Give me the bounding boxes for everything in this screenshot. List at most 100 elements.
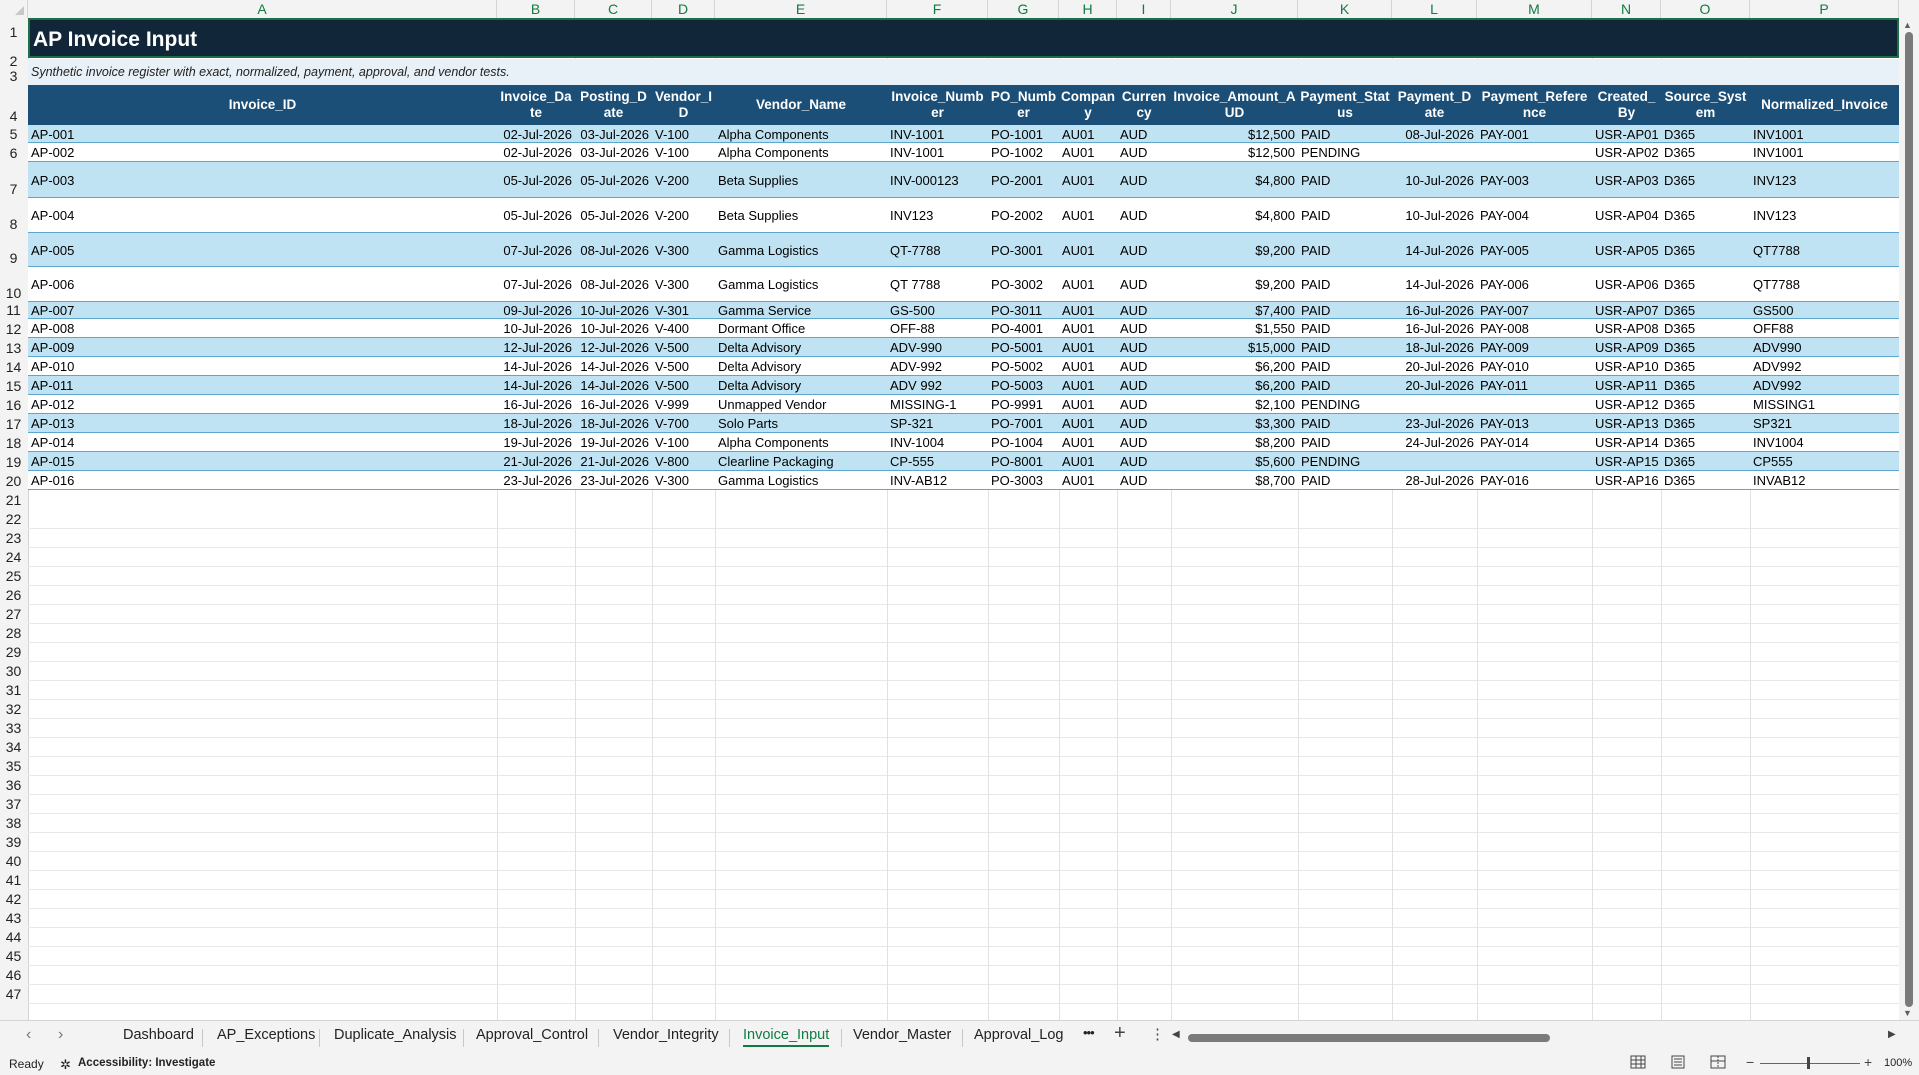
table-cell[interactable]: V-100 (652, 125, 715, 143)
row-header[interactable]: 9 (0, 233, 27, 267)
table-cell[interactable]: INV123 (1750, 198, 1899, 233)
table-cell[interactable]: USR-AP09 (1592, 338, 1661, 357)
table-cell[interactable]: V-300 (652, 471, 715, 490)
table-cell[interactable]: 21-Jul-2026 (575, 452, 652, 471)
table-cell[interactable]: PAY-004 (1477, 198, 1592, 233)
table-header-cell[interactable]: Invoice_Amount_AUD (1171, 85, 1298, 125)
table-cell[interactable]: ADV 992 (887, 376, 988, 395)
row-header[interactable]: 33 (0, 718, 27, 737)
table-cell[interactable]: 05-Jul-2026 (497, 162, 575, 198)
column-header[interactable]: H (1059, 0, 1117, 18)
table-cell[interactable]: $3,300 (1171, 414, 1298, 433)
sheet-tab[interactable]: Vendor_Integrity (613, 1027, 719, 1043)
table-cell[interactable]: AU01 (1059, 233, 1117, 267)
table-cell[interactable]: AUD (1117, 395, 1171, 414)
table-cell[interactable]: AUD (1117, 143, 1171, 162)
column-header[interactable]: I (1117, 0, 1171, 18)
table-cell[interactable]: PAID (1298, 198, 1392, 233)
table-cell[interactable]: V-500 (652, 376, 715, 395)
table-cell[interactable]: 16-Jul-2026 (1392, 302, 1477, 319)
table-cell[interactable]: INV1001 (1750, 143, 1899, 162)
table-cell[interactable]: AUD (1117, 414, 1171, 433)
row-header[interactable]: 15 (0, 376, 27, 395)
row-header[interactable]: 25 (0, 566, 27, 585)
table-cell[interactable]: 14-Jul-2026 (1392, 233, 1477, 267)
table-cell[interactable]: V-200 (652, 162, 715, 198)
column-header[interactable]: F (887, 0, 988, 18)
table-cell[interactable]: V-301 (652, 302, 715, 319)
table-cell[interactable]: AUD (1117, 319, 1171, 338)
table-cell[interactable]: 24-Jul-2026 (1392, 433, 1477, 452)
table-cell[interactable]: PAY-005 (1477, 233, 1592, 267)
row-header[interactable]: 27 (0, 604, 27, 623)
table-cell[interactable]: V-100 (652, 433, 715, 452)
table-cell[interactable]: V-200 (652, 198, 715, 233)
row-header[interactable]: 43 (0, 908, 27, 927)
table-cell[interactable]: AU01 (1059, 125, 1117, 143)
table-cell[interactable]: D365 (1661, 319, 1750, 338)
table-cell[interactable]: INV-1001 (887, 143, 988, 162)
column-header[interactable]: K (1298, 0, 1392, 18)
column-header[interactable]: B (497, 0, 575, 18)
table-cell[interactable]: 02-Jul-2026 (497, 143, 575, 162)
table-header-cell[interactable]: Vendor_ID (652, 85, 715, 125)
row-header[interactable]: 24 (0, 547, 27, 566)
page-break-icon[interactable] (1710, 1055, 1726, 1072)
table-cell[interactable]: AUD (1117, 357, 1171, 376)
table-cell[interactable]: Beta Supplies (715, 162, 887, 198)
table-cell[interactable]: AP-007 (28, 302, 497, 319)
row-header[interactable]: 3 (0, 68, 27, 85)
table-header-cell[interactable]: Payment_Status (1298, 85, 1392, 125)
table-header-cell[interactable]: Normalized_Invoice (1750, 85, 1899, 125)
table-cell[interactable]: 03-Jul-2026 (575, 143, 652, 162)
table-cell[interactable]: AP-010 (28, 357, 497, 376)
table-cell[interactable]: PENDING (1298, 395, 1392, 414)
table-cell[interactable]: PAID (1298, 414, 1392, 433)
table-cell[interactable]: 10-Jul-2026 (497, 319, 575, 338)
table-cell[interactable]: OFF-88 (887, 319, 988, 338)
row-header[interactable]: 38 (0, 813, 27, 832)
row-header[interactable]: 26 (0, 585, 27, 604)
table-cell[interactable]: AU01 (1059, 414, 1117, 433)
table-cell[interactable]: AP-009 (28, 338, 497, 357)
table-cell[interactable]: ADV990 (1750, 338, 1899, 357)
table-cell[interactable]: PAID (1298, 302, 1392, 319)
table-cell[interactable]: $12,500 (1171, 125, 1298, 143)
row-header[interactable]: 5 (0, 125, 27, 143)
table-cell[interactable]: $9,200 (1171, 233, 1298, 267)
table-cell[interactable]: V-400 (652, 319, 715, 338)
table-cell[interactable]: 12-Jul-2026 (497, 338, 575, 357)
table-cell[interactable]: AU01 (1059, 319, 1117, 338)
table-cell[interactable]: USR-AP04 (1592, 198, 1661, 233)
table-cell[interactable]: 18-Jul-2026 (575, 414, 652, 433)
table-cell[interactable]: V-100 (652, 143, 715, 162)
table-cell[interactable]: AUD (1117, 267, 1171, 302)
table-cell[interactable]: PAID (1298, 233, 1392, 267)
table-cell[interactable]: 16-Jul-2026 (497, 395, 575, 414)
table-cell[interactable]: D365 (1661, 433, 1750, 452)
table-cell[interactable]: AU01 (1059, 452, 1117, 471)
zoom-slider-thumb[interactable] (1807, 1057, 1810, 1069)
table-cell[interactable]: D365 (1661, 376, 1750, 395)
table-cell[interactable]: QT 7788 (887, 267, 988, 302)
table-cell[interactable]: PAID (1298, 319, 1392, 338)
scroll-down-icon[interactable]: ▼ (1903, 1008, 1912, 1018)
table-cell[interactable]: D365 (1661, 302, 1750, 319)
table-cell[interactable]: 14-Jul-2026 (497, 357, 575, 376)
table-cell[interactable]: INV1004 (1750, 433, 1899, 452)
table-cell[interactable]: AUD (1117, 125, 1171, 143)
sheet-tab[interactable]: Invoice_Input (743, 1027, 830, 1047)
row-header[interactable]: 8 (0, 198, 27, 233)
table-cell[interactable]: MISSING-1 (887, 395, 988, 414)
table-cell[interactable]: USR-AP07 (1592, 302, 1661, 319)
table-cell[interactable]: AU01 (1059, 357, 1117, 376)
column-header[interactable]: P (1750, 0, 1899, 18)
table-cell[interactable]: INV-1001 (887, 125, 988, 143)
row-header[interactable]: 21 (0, 490, 27, 509)
table-header-cell[interactable]: Payment_Reference (1477, 85, 1592, 125)
table-cell[interactable]: USR-AP08 (1592, 319, 1661, 338)
row-header[interactable]: 35 (0, 756, 27, 775)
column-header[interactable]: A (28, 0, 497, 18)
table-cell[interactable]: AUD (1117, 162, 1171, 198)
table-cell[interactable]: D365 (1661, 125, 1750, 143)
